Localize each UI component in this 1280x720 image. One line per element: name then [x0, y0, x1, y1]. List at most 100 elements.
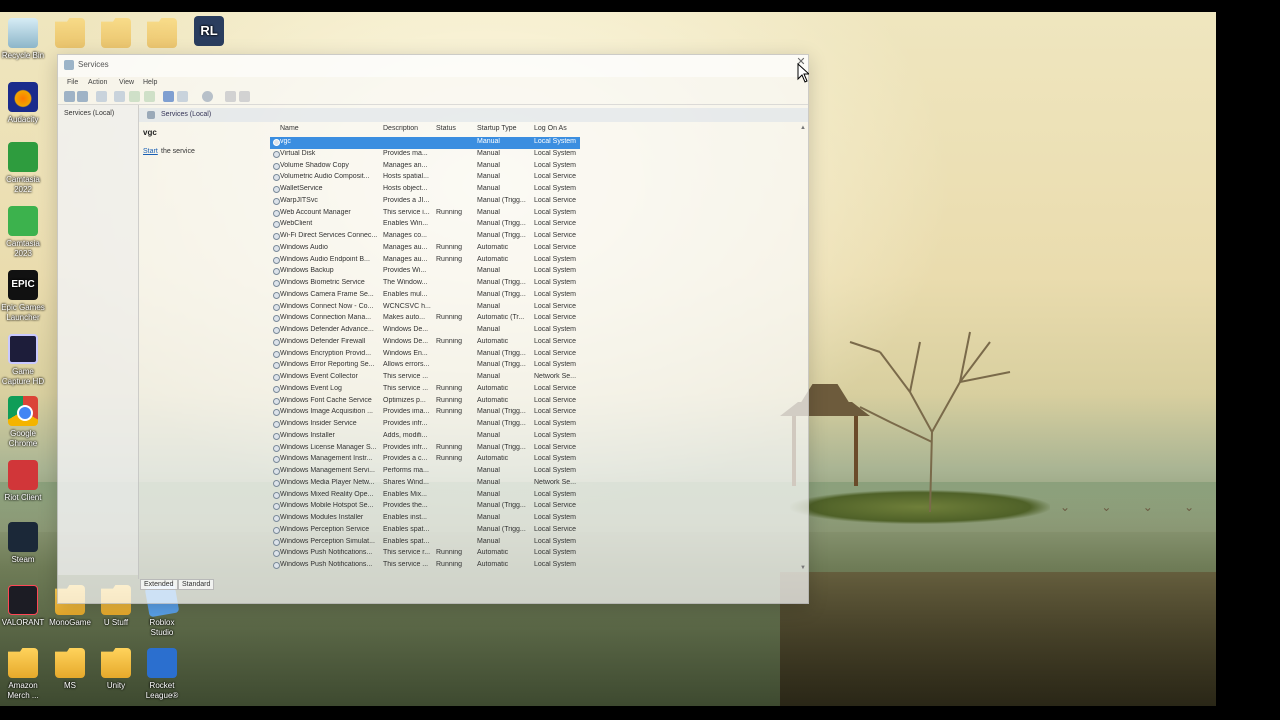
- service-row[interactable]: WarpJITSvc Provides a JI... Manual (Trigg.…: [270, 196, 580, 208]
- show-hide-tree-icon[interactable]: [96, 91, 107, 102]
- desktop-icon-steam[interactable]: Steam: [0, 522, 46, 565]
- service-logon: Local Service: [534, 408, 577, 416]
- window-title: Services: [78, 60, 109, 69]
- desktop-icon-unity[interactable]: Unity: [93, 648, 139, 691]
- service-row[interactable]: Windows Insider Service Provides infr... M…: [270, 419, 580, 431]
- service-row[interactable]: Windows Defender Advance... Windows De...…: [270, 325, 580, 337]
- console-icon[interactable]: [177, 91, 188, 102]
- service-row[interactable]: Windows Event Log This service ... Running…: [270, 384, 580, 396]
- service-row[interactable]: Windows Mobile Hotspot Se... Provides the…: [270, 501, 580, 513]
- service-row[interactable]: Web Account Manager This service i... Runn…: [270, 208, 580, 220]
- menu-help[interactable]: Help: [143, 79, 157, 86]
- desktop-icon-folder[interactable]: [93, 18, 139, 51]
- service-row[interactable]: Windows Audio Manages au... Running Automat…: [270, 243, 580, 255]
- desktop-icon-recycle-bin[interactable]: Recycle Bin: [0, 18, 46, 61]
- desktop-icon-camtasia-2023[interactable]: Camtasia 2023: [0, 206, 46, 259]
- service-row[interactable]: Windows Management Instr... Provides a c.…: [270, 454, 580, 466]
- vertical-scrollbar[interactable]: ▲ ▼: [800, 125, 806, 575]
- column-header-desc[interactable]: Description: [383, 125, 418, 137]
- desktop-icon-folder[interactable]: [47, 18, 93, 51]
- pause-service-icon[interactable]: [225, 91, 236, 102]
- column-header-startup[interactable]: Startup Type: [477, 125, 517, 137]
- service-row[interactable]: Windows Perception Simulat... Enables spa…: [270, 537, 580, 549]
- service-logon: Local System: [534, 455, 577, 463]
- service-logon: Local System: [534, 149, 577, 157]
- service-name: vgc: [280, 138, 291, 145]
- desktop-icon-audacity[interactable]: Audacity: [0, 82, 46, 125]
- service-row[interactable]: Windows Error Reporting Se... Allows erro…: [270, 360, 580, 372]
- menu-action[interactable]: Action: [88, 79, 107, 86]
- service-row[interactable]: Windows Management Servi... Performs ma..…: [270, 466, 580, 478]
- epic-games-icon: EPIC: [8, 270, 38, 300]
- gear-icon: [273, 256, 280, 264]
- service-row[interactable]: Windows Image Acquisition ... Provides im…: [270, 407, 580, 419]
- service-row[interactable]: Windows Push Notifications... This servic…: [270, 560, 580, 572]
- service-desc: Provides the...: [383, 502, 428, 510]
- service-row[interactable]: Volume Shadow Copy Manages an... Manual Loc…: [270, 161, 580, 173]
- desktop-icon-rl[interactable]: RL: [186, 16, 232, 49]
- column-header-status[interactable]: Status: [436, 125, 456, 137]
- desktop-icon-chrome[interactable]: Google Chrome: [0, 396, 46, 449]
- service-row[interactable]: Windows Connection Mana... Makes auto... R…: [270, 313, 580, 325]
- service-row[interactable]: Windows Backup Provides Wi... Manual Local …: [270, 266, 580, 278]
- service-row[interactable]: Windows Font Cache Service Optimizes p...…: [270, 396, 580, 408]
- service-row[interactable]: Wi-Fi Direct Services Connec... Manages c…: [270, 231, 580, 243]
- refresh-icon[interactable]: [129, 91, 140, 102]
- services-list: Name Description Status Startup Type Log On …: [270, 125, 802, 577]
- column-header-logon[interactable]: Log On As: [534, 125, 567, 137]
- export-list-icon[interactable]: [144, 91, 155, 102]
- service-row[interactable]: Windows Camera Frame Se... Enables mul...…: [270, 290, 580, 302]
- service-row[interactable]: Windows Defender Firewall Windows De... Ru…: [270, 337, 580, 349]
- desktop-icon-valorant[interactable]: VALORANT: [0, 585, 46, 628]
- scroll-up-icon[interactable]: ▲: [800, 125, 806, 131]
- desktop-icon-rocket-league[interactable]: Rocket League®: [139, 648, 185, 701]
- desktop-icon-game-capture[interactable]: Game Capture HD: [0, 334, 46, 387]
- properties-icon[interactable]: [114, 91, 125, 102]
- gear-icon: [273, 491, 280, 499]
- service-row[interactable]: Windows Perception Service Enables spat..…: [270, 525, 580, 537]
- desktop-icon-label: Game Capture HD: [1, 367, 45, 386]
- forward-icon[interactable]: [77, 91, 88, 102]
- desktop-icon-amazon-merch[interactable]: Amazon Merch ...: [0, 648, 46, 701]
- desktop-icon-camtasia-2022[interactable]: Camtasia 2022: [0, 142, 46, 195]
- service-row[interactable]: Windows Push Notifications... This servic…: [270, 548, 580, 560]
- menu-view[interactable]: View: [119, 79, 134, 86]
- desktop-icon-folder[interactable]: [139, 18, 185, 51]
- help-icon[interactable]: [163, 91, 174, 102]
- service-row[interactable]: Windows Media Player Netw... Shares Wind.…: [270, 478, 580, 490]
- service-row[interactable]: Windows Event Collector This service ... M…: [270, 372, 580, 384]
- resume-service-icon[interactable]: [239, 91, 250, 102]
- desktop-icon-ms[interactable]: MS: [47, 648, 93, 691]
- service-row[interactable]: Windows Mixed Reality Ope... Enables Mix.…: [270, 490, 580, 502]
- service-row[interactable]: Windows License Manager S... Provides inf…: [270, 443, 580, 455]
- service-name: Windows Management Servi...: [280, 467, 375, 474]
- service-logon: Local System: [534, 467, 577, 474]
- service-logon: Local Service: [534, 525, 577, 533]
- service-row[interactable]: Virtual Disk Provides ma... Manual Local Sy…: [270, 149, 580, 161]
- tree-node-services-local[interactable]: Services (Local): [64, 110, 114, 117]
- start-service-link[interactable]: Start: [143, 148, 158, 155]
- tab-extended[interactable]: Extended: [140, 579, 178, 590]
- menu-file[interactable]: File: [67, 79, 78, 86]
- desktop-icon-epic-games[interactable]: EPIC Epic Games Launcher: [0, 270, 46, 323]
- service-row[interactable]: Windows Installer Adds, modifi... Manual Lo…: [270, 431, 580, 443]
- service-row[interactable]: Windows Modules Installer Enables inst...…: [270, 513, 580, 525]
- service-row[interactable]: vgc Manual Local System: [270, 137, 580, 149]
- gear-icon: [273, 432, 280, 440]
- service-startup: Manual (Trigg...: [477, 361, 526, 369]
- title-bar[interactable]: Services: [58, 55, 808, 77]
- back-icon[interactable]: [64, 91, 75, 102]
- service-row[interactable]: Windows Connect Now - Co... WCNCSVC h... M…: [270, 302, 580, 314]
- service-row[interactable]: Windows Encryption Provid... Windows En..…: [270, 349, 580, 361]
- tab-standard[interactable]: Standard: [178, 579, 215, 590]
- service-row[interactable]: Windows Audio Endpoint B... Manages au...…: [270, 255, 580, 267]
- service-row[interactable]: Volumetric Audio Composit... Hosts spatia…: [270, 172, 580, 184]
- desktop-icon-riot-client[interactable]: Riot Client: [0, 460, 46, 503]
- service-row[interactable]: WalletService Hosts object... Manual Local …: [270, 184, 580, 196]
- service-row[interactable]: WebClient Enables Win... Manual (Trigg... L…: [270, 219, 580, 231]
- service-logon: Local Service: [534, 302, 577, 310]
- column-header-name[interactable]: Name: [280, 125, 299, 137]
- service-row[interactable]: Windows Biometric Service The Window... Ma…: [270, 278, 580, 290]
- start-service-icon[interactable]: [202, 91, 213, 102]
- scroll-down-icon[interactable]: ▼: [800, 565, 806, 571]
